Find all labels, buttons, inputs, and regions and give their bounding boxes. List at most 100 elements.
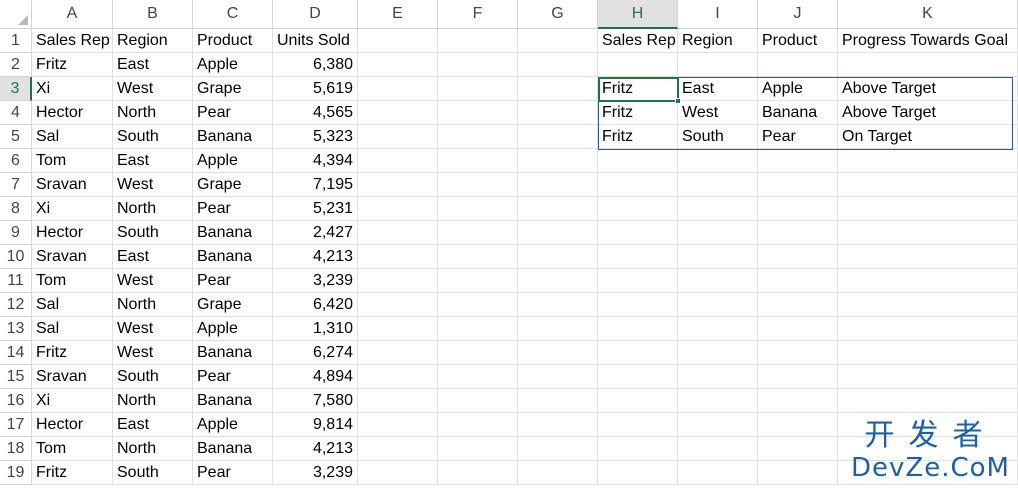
cell-c3[interactable]: Grape — [193, 77, 273, 101]
cell-f6[interactable] — [438, 149, 518, 173]
cell-e15[interactable] — [358, 365, 438, 389]
cell-b14[interactable]: West — [113, 341, 193, 365]
cell-h2[interactable] — [598, 53, 678, 77]
cell-a14[interactable]: Fritz — [32, 341, 113, 365]
cell-e11[interactable] — [358, 269, 438, 293]
cell-h19[interactable] — [598, 461, 678, 485]
cell-j15[interactable] — [758, 365, 838, 389]
cell-h3[interactable]: Fritz — [598, 77, 678, 101]
row-header-19[interactable]: 19 — [0, 461, 32, 485]
cell-i9[interactable] — [678, 221, 758, 245]
row-header-6[interactable]: 6 — [0, 149, 32, 173]
column-header-f[interactable]: F — [438, 0, 518, 29]
cell-i5[interactable]: South — [678, 125, 758, 149]
cell-g8[interactable] — [518, 197, 598, 221]
cell-d16[interactable]: 7,580 — [273, 389, 358, 413]
column-header-c[interactable]: C — [193, 0, 273, 29]
cell-g14[interactable] — [518, 341, 598, 365]
cell-i4[interactable]: West — [678, 101, 758, 125]
cell-j13[interactable] — [758, 317, 838, 341]
row-header-14[interactable]: 14 — [0, 341, 32, 365]
cell-g18[interactable] — [518, 437, 598, 461]
cell-e7[interactable] — [358, 173, 438, 197]
cell-j9[interactable] — [758, 221, 838, 245]
cell-b12[interactable]: North — [113, 293, 193, 317]
row-header-8[interactable]: 8 — [0, 197, 32, 221]
cell-d9[interactable]: 2,427 — [273, 221, 358, 245]
cell-d14[interactable]: 6,274 — [273, 341, 358, 365]
cell-a10[interactable]: Sravan — [32, 245, 113, 269]
cell-e13[interactable] — [358, 317, 438, 341]
cell-i14[interactable] — [678, 341, 758, 365]
cell-h9[interactable] — [598, 221, 678, 245]
row-header-12[interactable]: 12 — [0, 293, 32, 317]
column-header-g[interactable]: G — [518, 0, 598, 29]
cell-k13[interactable] — [838, 317, 1018, 341]
cell-d7[interactable]: 7,195 — [273, 173, 358, 197]
cell-e17[interactable] — [358, 413, 438, 437]
cell-g1[interactable] — [518, 29, 598, 53]
cell-c7[interactable]: Grape — [193, 173, 273, 197]
row-header-1[interactable]: 1 — [0, 29, 32, 53]
column-header-i[interactable]: I — [678, 0, 758, 29]
cell-j1[interactable]: Product — [758, 29, 838, 53]
cell-d8[interactable]: 5,231 — [273, 197, 358, 221]
cell-a6[interactable]: Tom — [32, 149, 113, 173]
cell-c1[interactable]: Product — [193, 29, 273, 53]
cell-k4[interactable]: Above Target — [838, 101, 1018, 125]
cell-k16[interactable] — [838, 389, 1018, 413]
cell-d15[interactable]: 4,894 — [273, 365, 358, 389]
cell-k11[interactable] — [838, 269, 1018, 293]
cell-i6[interactable] — [678, 149, 758, 173]
cell-d12[interactable]: 6,420 — [273, 293, 358, 317]
cell-d2[interactable]: 6,380 — [273, 53, 358, 77]
cell-i8[interactable] — [678, 197, 758, 221]
row-header-9[interactable]: 9 — [0, 221, 32, 245]
cell-a2[interactable]: Fritz — [32, 53, 113, 77]
cell-a5[interactable]: Sal — [32, 125, 113, 149]
cell-g6[interactable] — [518, 149, 598, 173]
cell-a16[interactable]: Xi — [32, 389, 113, 413]
cell-d4[interactable]: 4,565 — [273, 101, 358, 125]
cell-a18[interactable]: Tom — [32, 437, 113, 461]
cell-k7[interactable] — [838, 173, 1018, 197]
fill-handle[interactable] — [675, 98, 681, 104]
row-header-3[interactable]: 3 — [0, 77, 32, 101]
cell-c13[interactable]: Apple — [193, 317, 273, 341]
cell-a8[interactable]: Xi — [32, 197, 113, 221]
cell-k12[interactable] — [838, 293, 1018, 317]
cell-f15[interactable] — [438, 365, 518, 389]
cell-e10[interactable] — [358, 245, 438, 269]
cell-a17[interactable]: Hector — [32, 413, 113, 437]
cell-i16[interactable] — [678, 389, 758, 413]
cell-h18[interactable] — [598, 437, 678, 461]
cell-k9[interactable] — [838, 221, 1018, 245]
cell-i18[interactable] — [678, 437, 758, 461]
cell-a9[interactable]: Hector — [32, 221, 113, 245]
cell-f17[interactable] — [438, 413, 518, 437]
cell-i1[interactable]: Region — [678, 29, 758, 53]
row-header-10[interactable]: 10 — [0, 245, 32, 269]
cell-d5[interactable]: 5,323 — [273, 125, 358, 149]
cell-c15[interactable]: Pear — [193, 365, 273, 389]
cell-e16[interactable] — [358, 389, 438, 413]
cell-f18[interactable] — [438, 437, 518, 461]
cell-b7[interactable]: West — [113, 173, 193, 197]
cell-d1[interactable]: Units Sold — [273, 29, 358, 53]
cell-c4[interactable]: Pear — [193, 101, 273, 125]
cell-b3[interactable]: West — [113, 77, 193, 101]
cell-g19[interactable] — [518, 461, 598, 485]
cell-h6[interactable] — [598, 149, 678, 173]
cell-j7[interactable] — [758, 173, 838, 197]
cell-f11[interactable] — [438, 269, 518, 293]
cell-k15[interactable] — [838, 365, 1018, 389]
cell-j6[interactable] — [758, 149, 838, 173]
cell-e8[interactable] — [358, 197, 438, 221]
cell-b9[interactable]: South — [113, 221, 193, 245]
cell-h16[interactable] — [598, 389, 678, 413]
row-header-2[interactable]: 2 — [0, 53, 32, 77]
cell-b2[interactable]: East — [113, 53, 193, 77]
cell-a19[interactable]: Fritz — [32, 461, 113, 485]
cell-d11[interactable]: 3,239 — [273, 269, 358, 293]
cell-j4[interactable]: Banana — [758, 101, 838, 125]
